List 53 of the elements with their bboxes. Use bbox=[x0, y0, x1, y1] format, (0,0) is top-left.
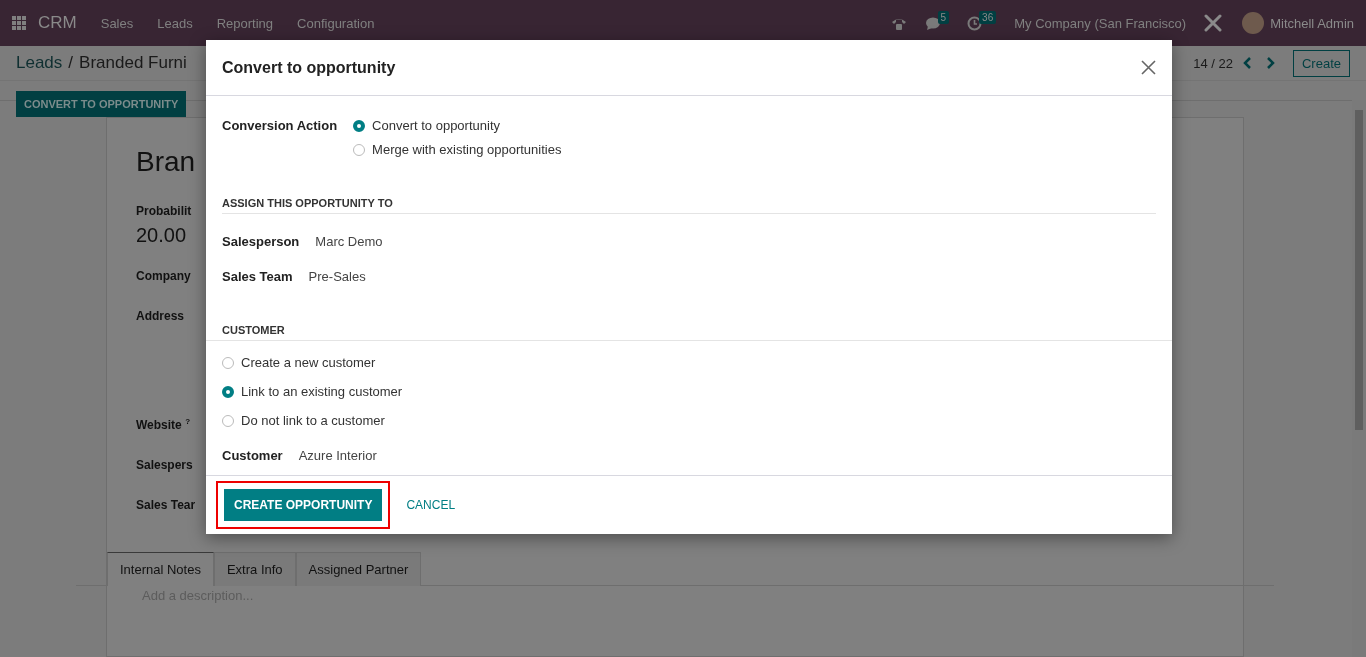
field-value[interactable]: Marc Demo bbox=[315, 234, 383, 249]
radio-option[interactable]: Merge with existing opportunities bbox=[353, 142, 562, 157]
field-label: Customer bbox=[222, 448, 283, 463]
tab[interactable]: Internal Notes bbox=[107, 552, 214, 586]
clock-icon[interactable] bbox=[967, 15, 983, 31]
radio-button[interactable] bbox=[353, 119, 366, 132]
phone-icon[interactable] bbox=[890, 16, 907, 30]
radio-button[interactable] bbox=[222, 385, 234, 398]
breadcrumb-separator: / bbox=[68, 53, 74, 73]
field-value[interactable]: Azure Interior bbox=[298, 448, 377, 463]
menu-item[interactable]: Sales bbox=[100, 15, 134, 31]
section-heading: CUSTOMER bbox=[206, 324, 1172, 341]
radio-option[interactable]: Convert to opportunity bbox=[353, 118, 562, 133]
app-name[interactable]: CRM bbox=[38, 13, 77, 33]
field-label: Probabilit bbox=[136, 204, 192, 218]
menu-item[interactable]: Configuration bbox=[297, 15, 375, 31]
field-label: Sales Tear bbox=[136, 498, 196, 512]
message-count: 5 bbox=[937, 10, 950, 24]
apps-menu-icon[interactable] bbox=[12, 16, 26, 30]
close-icon[interactable] bbox=[1141, 60, 1156, 75]
field-label: Salesperson bbox=[222, 234, 300, 249]
field-label: Conversion Action bbox=[222, 118, 338, 135]
record-title: Branded Furni bbox=[79, 53, 187, 73]
tab[interactable]: Assigned Partner bbox=[295, 552, 422, 586]
field-label: Salespers bbox=[136, 458, 193, 472]
user-menu[interactable]: Mitchell Admin bbox=[1270, 15, 1354, 31]
field-label: Address bbox=[136, 309, 185, 323]
field-value[interactable]: Pre-Sales bbox=[308, 269, 366, 284]
section-heading: ASSIGN THIS OPPORTUNITY TO bbox=[222, 197, 1156, 214]
field-label: Sales Team bbox=[222, 269, 293, 284]
probability-value: 20.00 bbox=[136, 224, 187, 247]
chat-icon[interactable] bbox=[924, 15, 941, 31]
pager-counter: 14 / 22 bbox=[1193, 55, 1233, 71]
menu-item[interactable]: Reporting bbox=[216, 15, 274, 31]
create-opportunity-button[interactable]: CREATE OPPORTUNITY bbox=[224, 489, 383, 521]
field-label: Website $^{?}$ bbox=[136, 417, 190, 432]
record-name: Bran bbox=[136, 146, 196, 179]
convert-button[interactable]: CONVERT TO OPPORTUNITY bbox=[16, 91, 187, 117]
cancel-button[interactable]: CANCEL bbox=[398, 489, 464, 521]
tab[interactable]: Extra Info bbox=[213, 552, 296, 586]
create-button[interactable]: Create bbox=[1292, 49, 1350, 77]
radio-option[interactable]: Link to an existing customer bbox=[222, 384, 1156, 399]
radio-option[interactable]: Do not link to a customer bbox=[222, 413, 1156, 428]
company-switcher[interactable]: My Company (San Francisco) bbox=[1014, 15, 1187, 31]
chevron-right-icon[interactable] bbox=[1264, 57, 1275, 69]
field-label: Company bbox=[136, 269, 191, 283]
breadcrumb-link[interactable]: Leads bbox=[16, 53, 63, 73]
activity-count: 36 bbox=[979, 10, 997, 24]
avatar[interactable] bbox=[1242, 12, 1265, 34]
chevron-left-icon[interactable] bbox=[1242, 57, 1253, 69]
menu-item[interactable]: Leads bbox=[157, 15, 193, 31]
radio-option[interactable]: Create a new customer bbox=[222, 355, 1156, 370]
dialog-title: Convert to opportunity bbox=[222, 58, 397, 77]
